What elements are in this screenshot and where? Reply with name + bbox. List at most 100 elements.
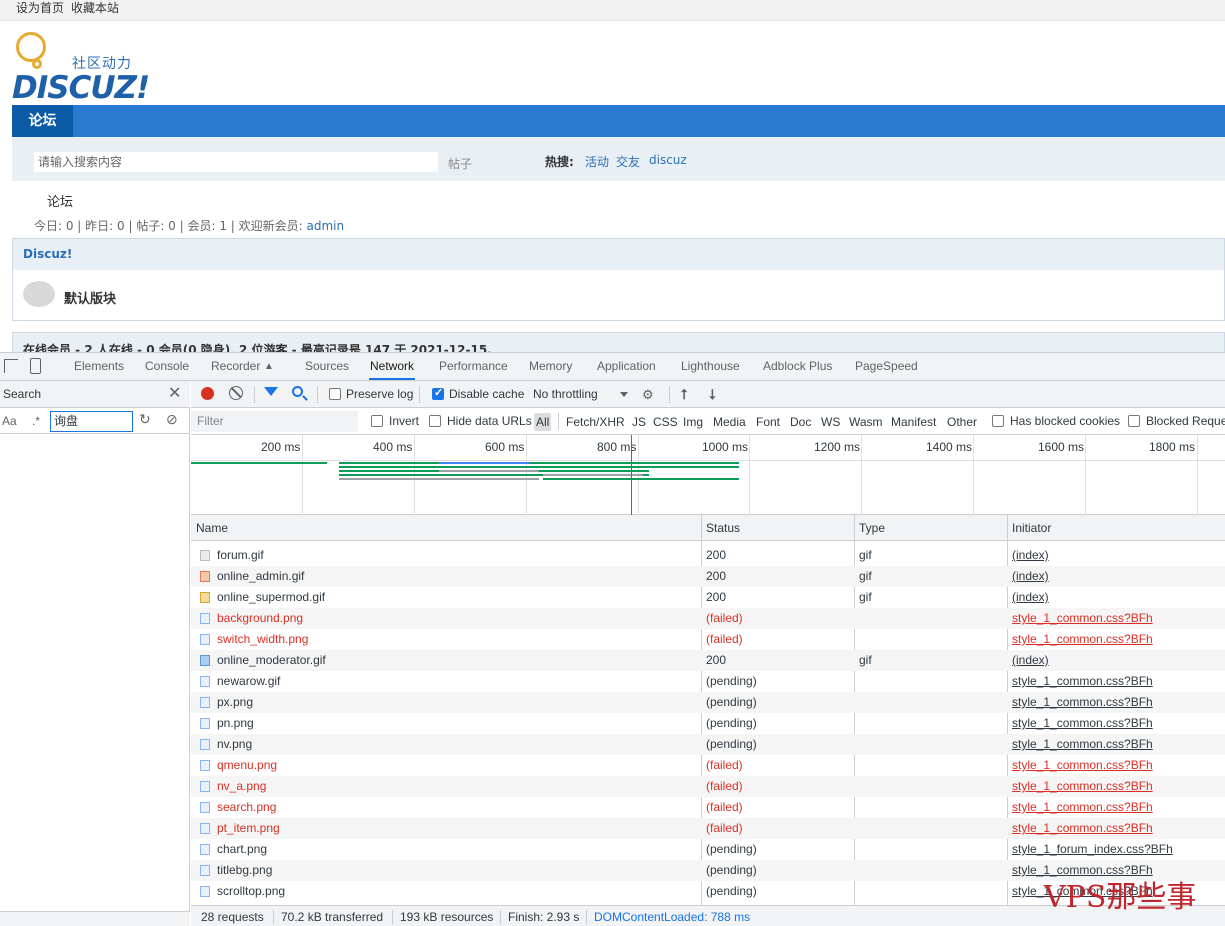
table-row[interactable]: search.png (failed) style_1_common.css?BFh	[191, 797, 1225, 818]
request-initiator[interactable]: style_1_common.css?BFh	[1012, 608, 1225, 629]
type-filter-font[interactable]: Font	[754, 413, 782, 431]
newest-member-link[interactable]: admin	[307, 219, 345, 233]
type-filter-ws[interactable]: WS	[819, 413, 842, 431]
filter-input[interactable]: Filter	[191, 411, 358, 432]
forum-name-link[interactable]: 默认版块	[64, 288, 116, 307]
tab-adblock-plus[interactable]: Adblock Plus	[762, 353, 833, 380]
request-initiator[interactable]: style_1_common.css?BFh	[1012, 713, 1225, 734]
search-query-input[interactable]: 询盘	[50, 411, 133, 432]
type-filter-media[interactable]: Media	[711, 413, 748, 431]
tab-network[interactable]: Network	[369, 353, 416, 380]
table-row[interactable]: online_admin.gif 200 gif (index)	[191, 566, 1225, 587]
tick-label: 400 ms	[373, 440, 413, 454]
request-status: (failed)	[706, 779, 743, 793]
tab-performance[interactable]: Performance	[438, 353, 509, 380]
column-header-type[interactable]: Type	[859, 521, 885, 535]
table-row[interactable]: background.png (failed) style_1_common.css…	[191, 608, 1225, 629]
table-row[interactable]: newarow.gif (pending) style_1_common.css?B…	[191, 671, 1225, 692]
tab-console[interactable]: Console	[144, 353, 190, 380]
tab-lighthouse[interactable]: Lighthouse	[680, 353, 741, 380]
request-initiator[interactable]: (index)	[1012, 650, 1225, 671]
discuz-logo[interactable]: 社区动力 DISCUZ!	[12, 32, 150, 106]
tab-sources[interactable]: Sources	[304, 353, 350, 380]
tab-pagespeed[interactable]: PageSpeed	[854, 353, 919, 380]
match-case-toggle[interactable]: Aa	[2, 414, 17, 428]
request-initiator[interactable]: style_1_common.css?BFh	[1012, 629, 1225, 650]
online-members-text[interactable]: 在线会员 - 2 人在线 - 0 会员(0 隐身), 2 位游客 - 最高记录是…	[23, 341, 492, 352]
regex-toggle[interactable]: .*	[32, 414, 40, 428]
table-row[interactable]: chart.png (pending) style_1_forum_index.cs…	[191, 839, 1225, 860]
request-initiator[interactable]: style_1_common.css?BFh	[1012, 692, 1225, 713]
request-initiator[interactable]: (index)	[1012, 566, 1225, 587]
hot-link-activity[interactable]: 活动	[585, 153, 609, 170]
blocked-requests-checkbox[interactable]	[1128, 415, 1140, 427]
type-filter-img[interactable]: Img	[681, 413, 705, 431]
table-row[interactable]: pn.png (pending) style_1_common.css?BFh	[191, 713, 1225, 734]
hot-link-discuz[interactable]: discuz	[649, 153, 687, 167]
type-filter-other[interactable]: Other	[945, 413, 979, 431]
table-row[interactable]: nv.png (pending) style_1_common.css?BFh	[191, 734, 1225, 755]
request-initiator[interactable]: style_1_forum_index.css?BFh	[1012, 839, 1225, 860]
search-sidebar-header: Search ✕	[0, 381, 190, 408]
forum-search-input[interactable]: 请输入搜索内容	[33, 151, 439, 173]
table-row[interactable]: online_supermod.gif 200 gif (index)	[191, 587, 1225, 608]
chevron-down-icon[interactable]	[620, 392, 628, 397]
section-title[interactable]: Discuz!	[23, 247, 72, 261]
throttling-select[interactable]: No throttling	[533, 387, 598, 401]
preserve-log-checkbox[interactable]	[329, 388, 341, 400]
invert-checkbox[interactable]	[371, 415, 383, 427]
close-icon[interactable]: ✕	[168, 383, 181, 403]
request-initiator[interactable]: style_1_common.css?BFh	[1012, 818, 1225, 839]
breadcrumb[interactable]: 论坛	[47, 191, 73, 210]
request-initiator[interactable]: (index)	[1012, 545, 1225, 566]
filter-icon[interactable]	[264, 387, 278, 396]
request-initiator[interactable]: (index)	[1012, 587, 1225, 608]
clear-icon[interactable]: ⊘	[166, 411, 178, 428]
search-icon[interactable]	[292, 386, 303, 397]
import-har-icon[interactable]: ⭡	[681, 386, 688, 403]
table-row[interactable]: switch_width.png (failed) style_1_common.c…	[191, 629, 1225, 650]
nav-item-forum[interactable]: 论坛	[12, 105, 73, 137]
tab-elements[interactable]: Elements	[73, 353, 125, 380]
table-row[interactable]: nv_a.png (failed) style_1_common.css?BFh	[191, 776, 1225, 797]
table-row[interactable]: qmenu.png (failed) style_1_common.css?BFh	[191, 755, 1225, 776]
online-members-bar: 在线会员 - 2 人在线 - 0 会员(0 隐身), 2 位游客 - 最高记录是…	[12, 332, 1225, 352]
network-overview-timeline[interactable]: 200 ms 400 ms 600 ms 800 ms 1000 ms 1200…	[191, 435, 1225, 515]
type-filter-doc[interactable]: Doc	[788, 413, 813, 431]
hide-data-urls-checkbox[interactable]	[429, 415, 441, 427]
type-filter-fetch-xhr[interactable]: Fetch/XHR	[564, 413, 627, 431]
network-conditions-icon[interactable]: ⚙	[642, 387, 654, 403]
column-header-initiator[interactable]: Initiator	[1012, 521, 1051, 535]
set-homepage-link[interactable]: 设为首页	[16, 0, 64, 16]
column-header-status[interactable]: Status	[706, 521, 740, 535]
device-toolbar-icon[interactable]	[30, 358, 41, 374]
type-filter-css[interactable]: CSS	[651, 413, 680, 431]
record-icon[interactable]	[201, 387, 214, 400]
type-filter-wasm[interactable]: Wasm	[847, 413, 885, 431]
type-filter-js[interactable]: JS	[630, 413, 648, 431]
has-blocked-cookies-checkbox[interactable]	[992, 415, 1004, 427]
tab-memory[interactable]: Memory	[528, 353, 573, 380]
refresh-icon[interactable]: ↻	[139, 411, 151, 428]
request-initiator[interactable]: style_1_common.css?BFh	[1012, 734, 1225, 755]
table-row[interactable]: px.png (pending) style_1_common.css?BFh	[191, 692, 1225, 713]
table-row[interactable]: forum.gif 200 gif (index)	[191, 545, 1225, 566]
search-type-select[interactable]: 帖子	[448, 155, 472, 172]
hot-link-friends[interactable]: 交友	[616, 153, 640, 170]
table-row[interactable]: pt_item.png (failed) style_1_common.css?BF…	[191, 818, 1225, 839]
request-initiator[interactable]: style_1_common.css?BFh	[1012, 797, 1225, 818]
type-filter-all[interactable]: All	[534, 413, 552, 431]
request-initiator[interactable]: style_1_common.css?BFh	[1012, 776, 1225, 797]
request-initiator[interactable]: style_1_common.css?BFh	[1012, 671, 1225, 692]
bookmark-link[interactable]: 收藏本站	[71, 0, 119, 16]
type-filter-manifest[interactable]: Manifest	[889, 413, 938, 431]
clear-log-icon[interactable]	[229, 386, 243, 400]
inspect-element-icon[interactable]	[4, 359, 18, 373]
request-initiator[interactable]: style_1_common.css?BFh	[1012, 755, 1225, 776]
column-header-name[interactable]: Name	[196, 521, 228, 535]
table-row[interactable]: online_moderator.gif 200 gif (index)	[191, 650, 1225, 671]
tab-recorder[interactable]: Recorder	[210, 353, 261, 380]
export-har-icon[interactable]: ⭣	[709, 386, 716, 403]
tab-application[interactable]: Application	[596, 353, 657, 380]
disable-cache-checkbox[interactable]	[432, 386, 444, 400]
